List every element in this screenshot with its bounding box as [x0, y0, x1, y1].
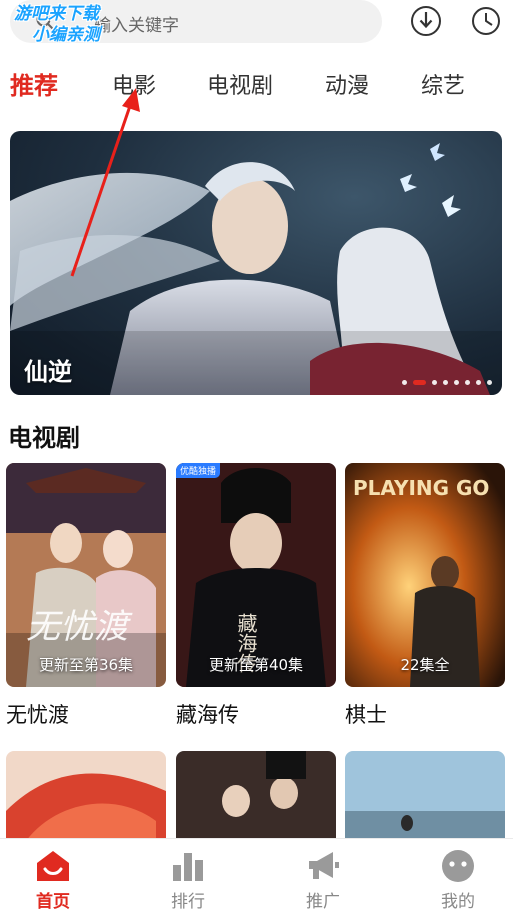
category-tabs: 推荐 电影 电视剧 动漫 综艺: [0, 62, 513, 108]
download-icon[interactable]: [410, 5, 442, 37]
banner-artwork: [10, 143, 502, 395]
nav-label: 推广: [306, 892, 340, 912]
poster: PLAYING GO 22集全: [345, 463, 505, 687]
nav-profile[interactable]: 我的: [418, 839, 498, 913]
carousel-dot: [487, 380, 492, 385]
media-card-canghaizhuan[interactable]: 藏海传 优酷独播 更新至第40集 藏海传: [176, 463, 336, 729]
home-icon: [37, 851, 69, 881]
poster: 无忧渡 更新至第36集: [6, 463, 166, 687]
carousel-dot: [454, 380, 459, 385]
chart-icon: [173, 853, 203, 881]
nav-label: 首页: [36, 892, 70, 912]
poster-title-art: 无忧渡: [26, 607, 133, 647]
carousel-dot: [443, 380, 448, 385]
episode-badge: 22集全: [400, 656, 450, 674]
profile-icon: [442, 850, 474, 882]
search-placeholder: 输入关键字: [94, 16, 179, 36]
poster-art: [345, 751, 505, 841]
nav-ranking[interactable]: 排行: [148, 839, 228, 913]
carousel-dot: [465, 380, 470, 385]
platform-tag: 优酷独播: [176, 463, 221, 478]
nav-home[interactable]: 首页: [13, 839, 93, 913]
poster: 藏海传 优酷独播 更新至第40集: [176, 463, 336, 687]
tab-variety[interactable]: 综艺: [421, 68, 465, 100]
tab-movies[interactable]: 电影: [112, 68, 156, 100]
media-card-row2-1[interactable]: [6, 751, 166, 841]
banner-title: 仙逆: [24, 358, 72, 386]
search-bar[interactable]: 输入关键字: [10, 0, 382, 43]
card-title: 藏海传: [176, 703, 239, 727]
megaphone-icon: [309, 852, 339, 879]
episode-badge: 更新至第36集: [38, 656, 134, 674]
media-card-qishi[interactable]: PLAYING GO 22集全 棋士: [345, 463, 505, 729]
poster-art: [6, 751, 166, 841]
media-card-row2-3[interactable]: [345, 751, 505, 841]
bottom-nav: 首页 排行 推广 我的: [0, 838, 513, 912]
nav-promotion[interactable]: 推广: [283, 839, 363, 913]
tab-anime[interactable]: 动漫: [325, 68, 369, 100]
media-card-row2-2[interactable]: [176, 751, 336, 841]
card-title: 无忧渡: [6, 703, 69, 727]
poster-title-art: PLAYING GO: [353, 476, 489, 500]
nav-label: 我的: [441, 892, 475, 912]
media-card-wuyoudu[interactable]: 无忧渡 更新至第36集 无忧渡: [6, 463, 166, 729]
carousel-dot-active: [413, 380, 426, 385]
nav-label: 排行: [171, 892, 205, 912]
card-title: 棋士: [345, 703, 387, 727]
carousel-dot: [476, 380, 481, 385]
tab-tv-series[interactable]: 电视剧: [207, 68, 273, 100]
top-bar: 输入关键字 游吧来下载 小编亲测: [0, 0, 513, 50]
section-title: 电视剧: [8, 424, 80, 452]
tab-recommended[interactable]: 推荐: [10, 66, 58, 101]
carousel-indicator: [402, 380, 492, 385]
history-icon[interactable]: [471, 6, 501, 36]
episode-badge: 更新至第40集: [208, 656, 304, 674]
search-icon: [36, 12, 54, 30]
carousel-dot: [432, 380, 437, 385]
poster-art: [176, 751, 336, 841]
carousel-dot: [402, 380, 407, 385]
hero-banner[interactable]: 仙逆: [10, 131, 502, 395]
